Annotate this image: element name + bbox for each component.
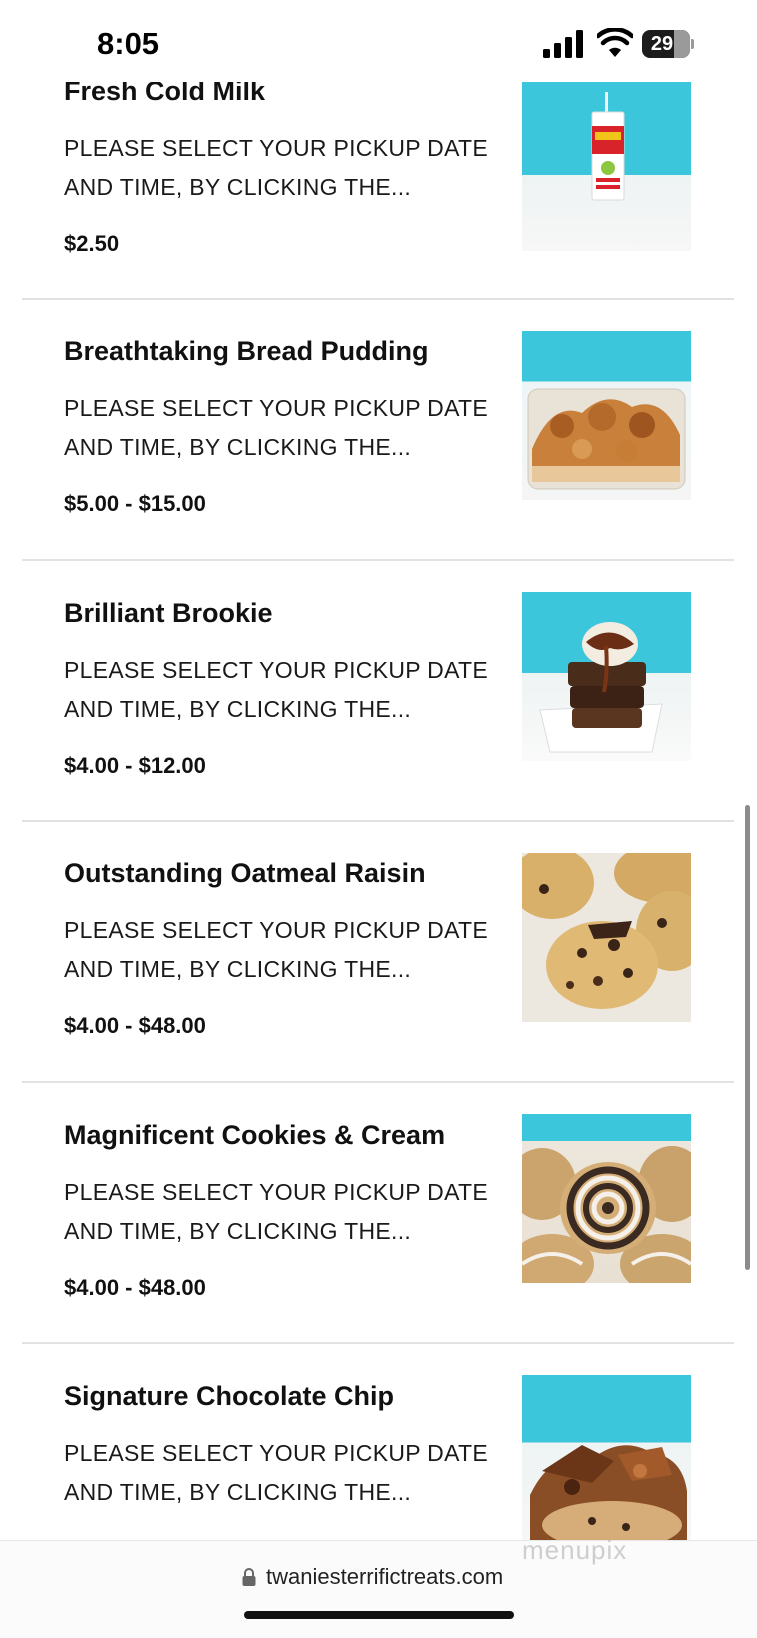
item-price: $4.00 - $48.00 <box>64 1275 206 1300</box>
milk-carton-photo[interactable] <box>522 82 691 251</box>
item-name: Outstanding Oatmeal Raisin <box>64 858 426 888</box>
item-name: Signature Chocolate Chip <box>64 1381 395 1411</box>
item-price: $5.00 - $15.00 <box>64 491 206 516</box>
bread-pudding-image <box>527 388 686 490</box>
item-description: PLEASE SELECT YOUR PICKUP DATE AND TIME,… <box>64 395 488 460</box>
status-bar: 8:05 29 <box>0 0 757 82</box>
item-name: Breathtaking Bread Pudding <box>64 336 429 366</box>
oatmeal-cookie-photo[interactable] <box>522 853 691 1022</box>
brookie-photo[interactable] <box>522 592 691 761</box>
watermark: menupix <box>522 1535 628 1565</box>
chocolate-chip-photo[interactable] <box>522 1375 691 1540</box>
item-name: Brilliant Brookie <box>64 598 273 628</box>
oatmeal-cookie-image <box>522 853 691 1009</box>
item-price: $4.00 - $48.00 <box>64 1013 206 1038</box>
menu-item-chocolate-chip[interactable]: Signature Chocolate Chip PLEASE SELECT Y… <box>22 1344 734 1540</box>
item-description: PLEASE SELECT YOUR PICKUP DATE AND TIME,… <box>64 917 488 982</box>
menu-item-bread-pudding[interactable]: Breathtaking Bread Pudding PLEASE SELECT… <box>22 300 734 561</box>
brookie-image <box>539 622 663 753</box>
lock-icon <box>242 1568 256 1586</box>
cellular-signal-icon <box>543 30 583 58</box>
menu-item-brilliant-brookie[interactable]: Brilliant Brookie PLEASE SELECT YOUR PIC… <box>22 561 734 822</box>
chocolate-chip-image <box>530 1445 687 1540</box>
wifi-icon <box>597 28 633 57</box>
item-description: PLEASE SELECT YOUR PICKUP DATE AND TIME,… <box>64 1440 488 1505</box>
menu-item-oatmeal-raisin[interactable]: Outstanding Oatmeal Raisin PLEASE SELECT… <box>22 822 734 1083</box>
cookies-cream-photo[interactable] <box>522 1114 691 1283</box>
battery-level-text: 29 <box>650 33 674 55</box>
item-price: $4.00 - $12.00 <box>64 753 206 778</box>
item-name: Magnificent Cookies & Cream <box>64 1120 446 1150</box>
scrollbar[interactable] <box>745 805 750 1270</box>
menu-item-cookies-cream[interactable]: Magnificent Cookies & Cream PLEASE SELEC… <box>22 1083 734 1344</box>
battery-icon: 29 <box>642 30 694 58</box>
menu-list[interactable]: Fresh Cold Milk PLEASE SELECT YOUR PICKU… <box>0 0 757 1540</box>
cookies-cream-image <box>522 1146 691 1283</box>
item-description: PLEASE SELECT YOUR PICKUP DATE AND TIME,… <box>64 657 488 722</box>
item-price: $2.50 <box>64 231 120 256</box>
status-time: 8:05 <box>97 26 160 61</box>
bread-pudding-photo[interactable] <box>522 331 691 500</box>
item-description: PLEASE SELECT YOUR PICKUP DATE AND TIME,… <box>64 1179 488 1244</box>
browser-url-bar[interactable]: twaniesterrifictreats.com <box>0 1540 757 1638</box>
item-description: PLEASE SELECT YOUR PICKUP DATE AND TIME,… <box>64 135 488 200</box>
url-text[interactable]: twaniesterrifictreats.com <box>266 1564 503 1590</box>
milk-carton-image <box>591 92 625 201</box>
home-indicator[interactable] <box>244 1611 514 1619</box>
